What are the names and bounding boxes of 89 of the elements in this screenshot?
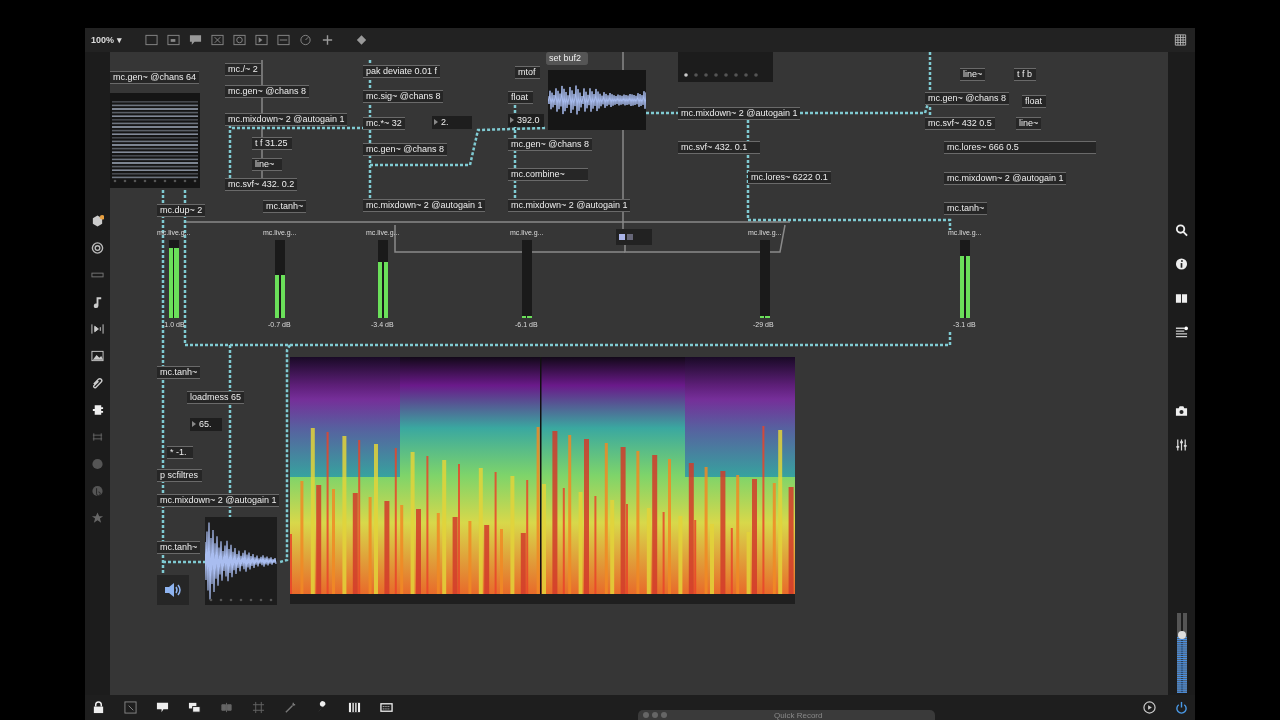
comment-icon[interactable] <box>156 701 169 714</box>
object-box[interactable]: mc./~ 2 <box>225 63 261 76</box>
object-box[interactable]: mc.dup~ 2 <box>157 204 206 217</box>
paint-bucket-icon[interactable] <box>354 34 368 46</box>
object-box[interactable]: mc.gen~ @chans 8 <box>508 138 592 151</box>
image-icon[interactable] <box>91 349 104 363</box>
info-icon[interactable] <box>1175 257 1188 271</box>
gain-meter[interactable] <box>760 240 770 318</box>
piano-icon[interactable] <box>348 701 361 714</box>
dial-icon[interactable] <box>298 34 312 46</box>
object-box[interactable]: mc.svf~ 432 0.5 <box>925 117 995 130</box>
object-box[interactable]: mc.mixdown~ 2 @autogain 1 <box>157 494 280 507</box>
object-box[interactable]: mc.svf~ 432. 0.2 <box>225 178 298 191</box>
toggle-icon[interactable] <box>210 34 224 46</box>
object-box[interactable]: pak deviate 0.01 f <box>363 65 441 78</box>
gain-meter[interactable] <box>522 240 532 318</box>
object-box[interactable]: mc.lores~ 6222 0.1 <box>748 171 831 184</box>
keyboard-icon[interactable] <box>380 701 393 714</box>
object-box[interactable]: mc.mixdown~ 2 @autogain 1 <box>363 199 486 212</box>
object-box[interactable]: t f b <box>1014 68 1036 81</box>
paperclip-icon[interactable] <box>91 376 104 390</box>
number-box[interactable]: 392.0 <box>508 114 544 127</box>
speaker-icon <box>163 582 183 598</box>
search-icon[interactable] <box>1175 223 1188 237</box>
presentation-icon[interactable] <box>124 701 137 714</box>
gain-meter[interactable] <box>275 240 285 318</box>
list-icon[interactable] <box>1175 325 1188 339</box>
object-box[interactable]: mc.*~ 32 <box>363 117 405 130</box>
media-icon[interactable] <box>91 322 104 336</box>
object-box[interactable]: mtof <box>515 66 540 79</box>
object-box[interactable]: mc.lores~ 666 0.5 <box>944 141 1096 154</box>
star-icon[interactable] <box>91 511 104 525</box>
object-box[interactable]: mc.tanh~ <box>263 200 307 213</box>
object-box[interactable]: mc.sig~ @chans 8 <box>363 90 444 103</box>
comment-icon[interactable] <box>188 34 202 46</box>
windows-icon[interactable] <box>188 701 201 714</box>
object-box[interactable]: mc.gen~ @chans 8 <box>363 143 447 156</box>
object-box[interactable]: mc.combine~ <box>508 168 588 181</box>
cube-icon[interactable] <box>91 214 104 228</box>
object-box[interactable]: t f 31.25 <box>252 137 292 150</box>
gain-meter[interactable] <box>378 240 388 318</box>
object-box[interactable]: mc.gen~ @chans 8 <box>925 92 1009 105</box>
object-box[interactable]: mc.mixdown~ 2 @autogain 1 <box>225 113 348 126</box>
plus-icon[interactable] <box>320 34 334 46</box>
music-note-icon[interactable] <box>91 295 104 309</box>
power-icon[interactable] <box>1175 701 1188 714</box>
object-box[interactable]: mc.tanh~ <box>944 202 988 215</box>
object-box[interactable]: line~ <box>252 158 282 171</box>
slider-thumb[interactable] <box>1177 631 1186 639</box>
play-icon[interactable] <box>1143 701 1156 714</box>
selector-box[interactable] <box>616 229 652 245</box>
target-icon[interactable] <box>91 241 104 255</box>
object-box[interactable]: mc.mixdown~ 2 @autogain 1 <box>944 172 1067 185</box>
object-box[interactable]: mc.mixdown~ 2 @autogain 1 <box>678 107 801 120</box>
object-box[interactable]: mc.tanh~ <box>157 541 201 554</box>
object-box[interactable]: p scfiltres <box>157 469 202 482</box>
object-box[interactable]: mc.gen~ @chans 64 <box>110 71 199 84</box>
object-box[interactable]: line~ <box>1016 117 1042 130</box>
mixer-icon[interactable] <box>1175 438 1188 452</box>
patch-cord <box>646 111 678 115</box>
align-icon[interactable] <box>220 701 233 714</box>
wand-icon[interactable] <box>284 701 297 714</box>
camera-icon[interactable] <box>1175 404 1188 418</box>
number-box[interactable]: 2. <box>432 116 472 129</box>
object-box[interactable]: float <box>1022 95 1046 108</box>
window-title: Quick Record <box>774 711 823 720</box>
number-box[interactable]: 65. <box>190 418 222 431</box>
message-icon[interactable] <box>166 34 180 46</box>
object-box[interactable]: mc.tanh~ <box>157 366 201 379</box>
volume-slider[interactable] <box>1175 613 1188 693</box>
object-box[interactable]: * -1. <box>167 446 193 459</box>
number-icon[interactable] <box>254 34 268 46</box>
object-box[interactable]: float <box>508 91 533 104</box>
object-box[interactable]: mc.svf~ 432. 0.1 <box>678 141 760 154</box>
grid-icon[interactable] <box>1174 34 1187 46</box>
object-box[interactable]: mc.gen~ @chans 8 <box>225 85 309 98</box>
plug-icon[interactable] <box>91 403 104 417</box>
object-box[interactable]: loadmess 65 <box>187 391 245 404</box>
lock-icon[interactable] <box>92 701 105 714</box>
message-box[interactable]: set buf2 <box>546 52 588 65</box>
object-box[interactable]: mc.mixdown~ 2 @autogain 1 <box>508 199 631 212</box>
zoom-menu[interactable]: 100% ▾ <box>91 35 122 45</box>
speaker-button[interactable] <box>157 575 189 605</box>
object-box[interactable]: line~ <box>960 68 986 81</box>
bang-icon[interactable] <box>232 34 246 46</box>
object-icon[interactable] <box>144 34 158 46</box>
book-icon[interactable] <box>1175 291 1188 305</box>
slider-icon[interactable] <box>276 34 290 46</box>
gain-meter[interactable] <box>960 240 970 318</box>
